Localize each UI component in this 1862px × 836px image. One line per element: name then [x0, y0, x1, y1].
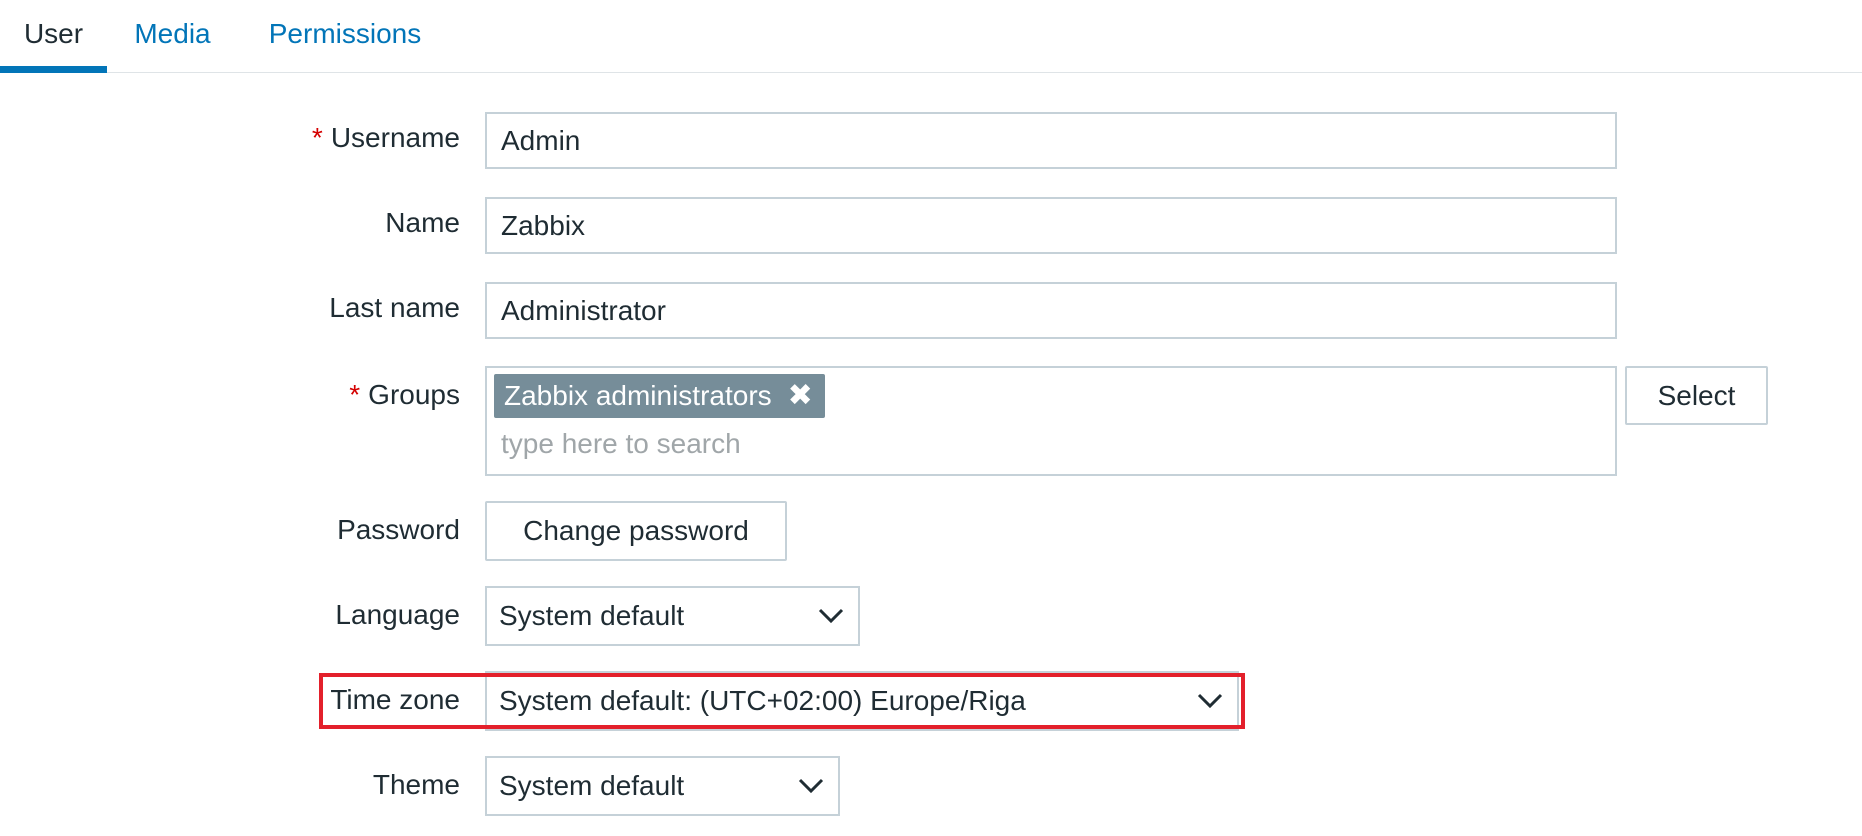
password-label: Password: [337, 514, 460, 545]
language-label: Language: [335, 599, 460, 630]
groups-search-input[interactable]: type here to search: [501, 428, 741, 460]
language-value: System default: [499, 600, 685, 631]
groups-label: * Groups: [349, 379, 460, 410]
username-value: Admin: [501, 125, 581, 156]
last-name-label: Last name: [329, 292, 460, 323]
theme-value: System default: [499, 770, 685, 801]
tab-user[interactable]: User: [0, 0, 107, 73]
name-label: Name: [385, 207, 460, 238]
chevron-down-icon: [798, 778, 824, 794]
language-select[interactable]: System default: [485, 586, 860, 646]
timezone-value: System default: (UTC+02:00) Europe/Riga: [499, 685, 1026, 716]
last-name-value: Administrator: [501, 295, 666, 326]
tab-bar: User Media Permissions: [0, 0, 1862, 73]
chevron-down-icon: [1197, 693, 1223, 709]
group-chip: Zabbix administrators ✖: [494, 374, 825, 418]
change-password-button[interactable]: Change password: [485, 501, 787, 561]
tab-user-label: User: [23, 18, 84, 49]
close-icon[interactable]: ✖: [788, 374, 813, 418]
tab-permissions[interactable]: Permissions: [259, 0, 431, 72]
last-name-input[interactable]: Administrator: [485, 282, 1617, 339]
timezone-select[interactable]: System default: (UTC+02:00) Europe/Riga: [485, 671, 1239, 731]
tab-media[interactable]: Media: [125, 0, 220, 72]
tab-media-label: Media: [134, 18, 211, 49]
timezone-label: Time zone: [330, 684, 460, 715]
required-marker: *: [349, 379, 361, 410]
select-groups-button[interactable]: Select: [1625, 366, 1768, 425]
required-marker: *: [311, 122, 323, 153]
theme-select[interactable]: System default: [485, 756, 840, 816]
name-value: Zabbix: [501, 210, 586, 241]
groups-multiselect[interactable]: Zabbix administrators ✖ type here to sear…: [485, 366, 1617, 476]
username-label: * Username: [311, 122, 460, 153]
username-input[interactable]: Admin: [485, 112, 1617, 169]
chevron-down-icon: [818, 608, 844, 624]
name-input[interactable]: Zabbix: [485, 197, 1617, 254]
tab-permissions-label: Permissions: [268, 18, 422, 49]
theme-label: Theme: [372, 769, 460, 800]
active-tab-indicator: [0, 66, 107, 73]
group-chip-label: Zabbix administrators: [504, 380, 772, 411]
